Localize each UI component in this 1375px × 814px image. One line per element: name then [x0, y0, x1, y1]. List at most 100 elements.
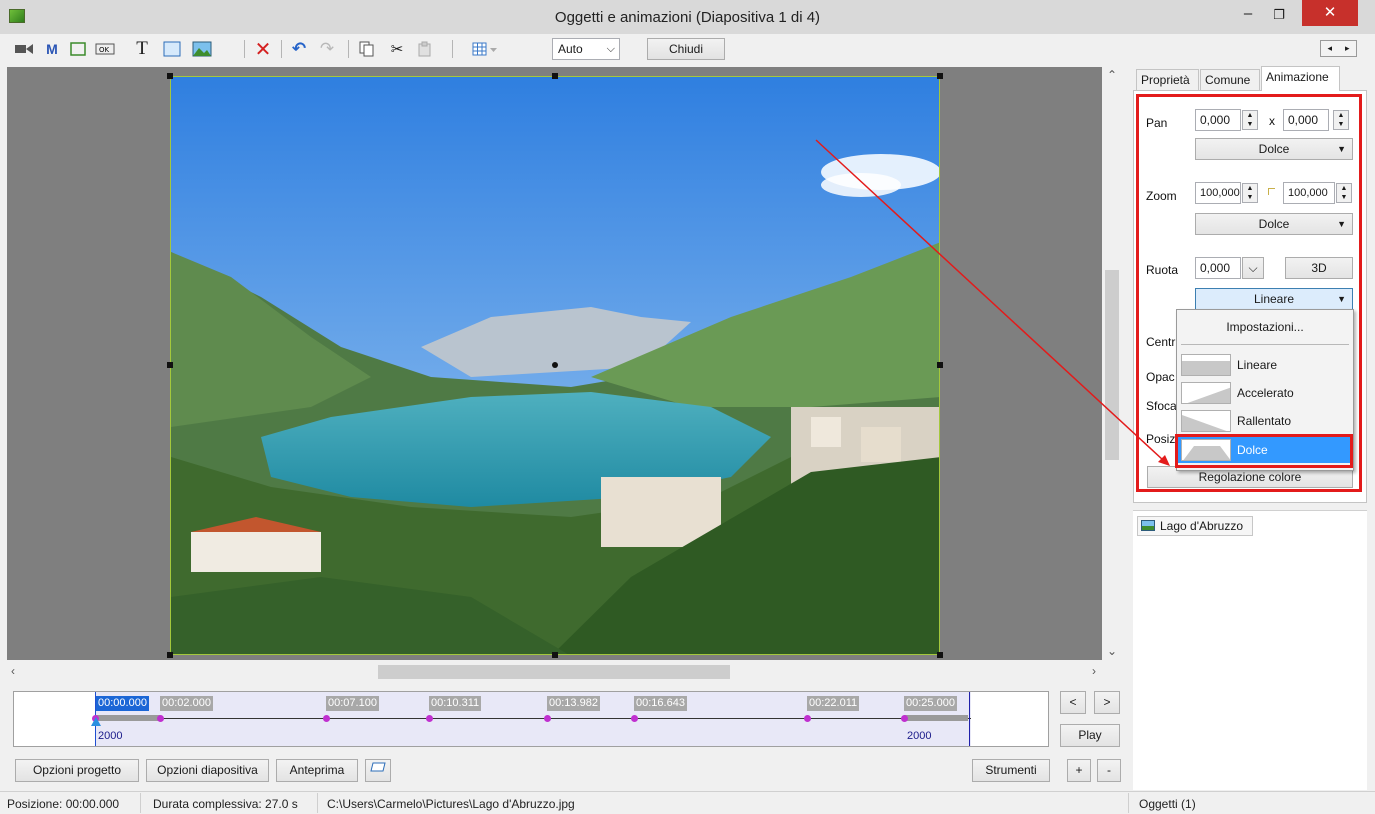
tab-common[interactable]: Comune [1200, 69, 1260, 91]
menu-item-linear[interactable]: Lineare [1177, 352, 1353, 378]
remove-button[interactable]: - [1097, 759, 1121, 782]
resize-handle[interactable] [167, 362, 173, 368]
center-handle[interactable] [552, 362, 558, 368]
keyframe-dot[interactable] [901, 715, 908, 722]
scroll-left-icon[interactable]: ‹ [11, 664, 15, 678]
status-duration: Durata complessiva: 27.0 s [153, 797, 298, 811]
accelerate-curve-icon [1181, 382, 1231, 404]
timeline-transition-bar [96, 715, 160, 721]
keyframe-dot[interactable] [631, 715, 638, 722]
menu-item-label: Lineare [1237, 358, 1278, 372]
image-icon [1141, 520, 1155, 531]
status-file-path: C:\Users\Carmelo\Pictures\Lago d'Abruzzo… [327, 797, 575, 811]
menu-item-decelerated[interactable]: Rallentato [1177, 408, 1353, 434]
keyframe-dot[interactable] [544, 715, 551, 722]
vertical-scroll-thumb[interactable] [1105, 270, 1119, 460]
scroll-up-icon[interactable]: ⌃ [1107, 68, 1117, 82]
scroll-right-icon[interactable]: › [1092, 664, 1096, 678]
resize-handle[interactable] [552, 73, 558, 79]
zoom-select[interactable]: Auto ⌵ [552, 38, 620, 60]
toolbar-separator [452, 40, 453, 58]
linear-curve-icon [1181, 354, 1231, 376]
timeline-marker-label[interactable]: 00:22.011 [807, 696, 860, 711]
highlight-box [1175, 434, 1353, 468]
toolbar-separator [348, 40, 349, 58]
timeline-marker-label[interactable]: 00:25.000 [904, 696, 957, 711]
maximize-button[interactable]: ❐ [1266, 4, 1292, 26]
chevron-down-icon: ⌵ [606, 43, 615, 55]
undo-icon[interactable]: ↶ [288, 38, 310, 60]
paste-icon[interactable] [414, 38, 436, 60]
playhead-icon[interactable] [91, 717, 101, 726]
scroll-down-icon[interactable]: ⌄ [1107, 644, 1117, 658]
copy-icon[interactable] [356, 38, 378, 60]
menu-item-label: Rallentato [1237, 414, 1292, 428]
timeline-marker-label[interactable]: 00:02.000 [160, 696, 213, 711]
add-button[interactable]: + [1067, 759, 1091, 782]
play-button[interactable]: Play [1060, 724, 1120, 747]
tools-button[interactable]: Strumenti [972, 759, 1050, 782]
timeline-marker-label[interactable]: 00:10.311 [429, 696, 482, 711]
nav-left-button[interactable]: ◂ [1321, 41, 1339, 56]
status-objects: Oggetti (1) [1139, 797, 1196, 811]
timeline-marker-label[interactable]: 00:16.643 [634, 696, 687, 711]
keyframe-dot[interactable] [804, 715, 811, 722]
ok-button-icon[interactable]: OK [93, 38, 117, 60]
screen-icon [370, 762, 386, 772]
status-separator [317, 793, 318, 813]
project-options-button[interactable]: Opzioni progetto [15, 759, 139, 782]
redo-icon[interactable]: ↷ [316, 38, 338, 60]
cut-icon[interactable]: ✂ [386, 38, 408, 60]
keyframe-dot[interactable] [323, 715, 330, 722]
minimize-button[interactable]: – [1235, 4, 1261, 26]
keyframe-dot[interactable] [426, 715, 433, 722]
timeline-track [95, 718, 971, 719]
toolbar-separator [281, 40, 282, 58]
window-title: Oggetti e animazioni (Diapositiva 1 di 4… [554, 9, 821, 26]
frame-icon[interactable] [67, 38, 89, 60]
keyframe-dot[interactable] [157, 715, 164, 722]
timeline-marker-label[interactable]: 00:00.000 [96, 696, 149, 711]
timeline-end-duration: 2000 [907, 730, 932, 742]
timeline-start-duration: 2000 [98, 730, 123, 742]
decelerate-curve-icon [1181, 410, 1231, 432]
rectangle-icon[interactable] [160, 38, 184, 60]
close-button[interactable]: Chiudi [647, 38, 725, 60]
prev-button[interactable]: < [1060, 691, 1086, 714]
timeline-transition-bar [904, 715, 968, 721]
resize-handle[interactable] [552, 652, 558, 658]
tab-properties[interactable]: Proprietà [1136, 69, 1199, 91]
status-position: Posizione: 00:00.000 [7, 797, 120, 811]
resize-handle[interactable] [167, 652, 173, 658]
close-window-button[interactable]: ✕ [1302, 0, 1358, 26]
timeline-marker-label[interactable]: 00:13.982 [547, 696, 600, 711]
grid-icon[interactable] [470, 38, 502, 60]
resize-handle[interactable] [937, 362, 943, 368]
preview-button[interactable]: Anteprima [276, 759, 358, 782]
tab-animation[interactable]: Animazione [1261, 66, 1340, 91]
status-separator [140, 793, 141, 813]
resize-handle[interactable] [937, 73, 943, 79]
menu-item-accelerated[interactable]: Accelerato [1177, 380, 1353, 406]
zoom-value: Auto [558, 42, 583, 56]
menu-item-label: Accelerato [1237, 386, 1294, 400]
menu-item-settings[interactable]: Impostazioni... [1177, 316, 1353, 342]
objects-list [1133, 510, 1367, 790]
timeline-marker-label[interactable]: 00:07.100 [326, 696, 379, 711]
resize-handle[interactable] [167, 73, 173, 79]
slide-options-button[interactable]: Opzioni diapositiva [146, 759, 269, 782]
menu-settings-label: Impostazioni... [1226, 320, 1304, 334]
timeline-end-line [969, 692, 970, 746]
horizontal-scroll-thumb[interactable] [378, 665, 730, 679]
nav-right-button[interactable]: ▸ [1339, 41, 1357, 56]
toolbar-separator [244, 40, 245, 58]
fullscreen-preview-button[interactable] [365, 759, 391, 782]
text-icon[interactable]: T [131, 38, 153, 60]
m-text-icon[interactable]: M [42, 38, 62, 60]
resize-handle[interactable] [937, 652, 943, 658]
delete-icon[interactable]: ✕ [252, 38, 274, 61]
camera-icon[interactable] [12, 38, 36, 60]
image-icon[interactable] [190, 38, 214, 60]
next-button[interactable]: > [1094, 691, 1120, 714]
svg-text:OK: OK [99, 46, 110, 54]
